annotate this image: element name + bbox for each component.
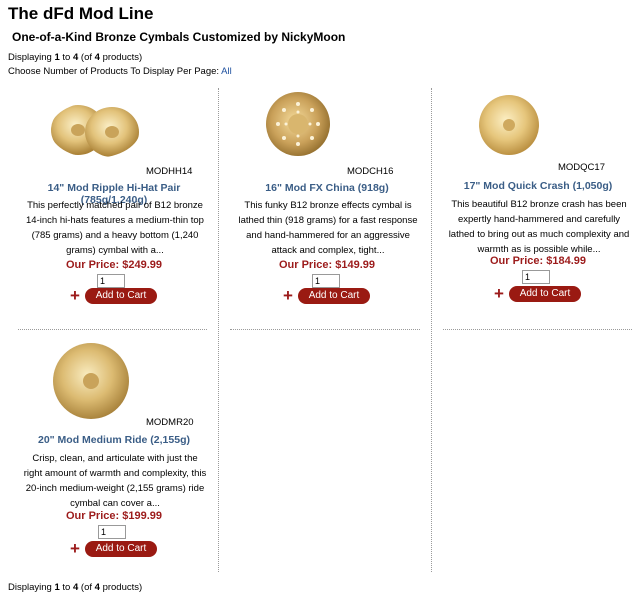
grid-divider — [431, 88, 432, 572]
quantity-input[interactable] — [98, 525, 126, 539]
per-page-all-link[interactable]: All — [221, 66, 232, 77]
grid-divider — [18, 329, 207, 330]
page-subtitle: One-of-a-Kind Bronze Cymbals Customized … — [12, 30, 346, 44]
product-model: MODCH16 — [347, 166, 394, 177]
product-name-link[interactable]: 20" Mod Medium Ride (2,155g) — [14, 434, 214, 446]
product-price: Our Price: $199.99 — [65, 510, 162, 522]
plus-icon: + — [70, 539, 80, 558]
per-page-selector: Choose Number of Products To Display Per… — [8, 66, 232, 77]
plus-icon: + — [70, 286, 80, 305]
product-model: MODMR20 — [146, 417, 194, 428]
add-to-cart-button[interactable]: Add to Cart — [85, 288, 157, 304]
product-model: MODHH14 — [146, 166, 193, 177]
page-title: The dFd Mod Line — [8, 4, 154, 23]
product-model: MODQC17 — [558, 162, 605, 173]
crash-cymbal-image[interactable] — [478, 94, 540, 156]
product-price: Our Price: $184.99 — [489, 255, 586, 267]
grid-divider — [230, 329, 420, 330]
display-count-bottom: Displaying 1 to 4 (of 4 products) — [8, 582, 143, 593]
product-description: This funky B12 bronze effects cymbal is … — [238, 200, 418, 256]
product-description: This beautiful B12 bronze crash has been… — [448, 199, 630, 255]
display-count-top: Displaying 1 to 4 (of 4 products) — [8, 52, 143, 63]
grid-divider — [443, 329, 632, 330]
quantity-input[interactable] — [312, 274, 340, 288]
add-to-cart-button[interactable]: Add to Cart — [298, 288, 370, 304]
quantity-input[interactable] — [522, 270, 550, 284]
hi-hat-cymbal-pair-image[interactable] — [50, 102, 140, 158]
product-price: Our Price: $249.99 — [65, 259, 162, 271]
plus-icon: + — [494, 284, 504, 303]
grid-divider — [218, 88, 219, 572]
product-description: Crisp, clean, and articulate with just t… — [23, 453, 207, 509]
fx-china-cymbal-image[interactable] — [265, 91, 331, 157]
product-description: This perfectly matched pair of B12 bronz… — [26, 200, 204, 256]
product-name-link[interactable]: 16" Mod FX China (918g) — [227, 182, 427, 194]
plus-icon: + — [283, 286, 293, 305]
quantity-input[interactable] — [97, 274, 125, 288]
add-to-cart-button[interactable]: Add to Cart — [509, 286, 581, 302]
product-price: Our Price: $149.99 — [278, 259, 375, 271]
ride-cymbal-image[interactable] — [52, 342, 130, 420]
product-name-link[interactable]: 17" Mod Quick Crash (1,050g) — [438, 180, 638, 192]
add-to-cart-button[interactable]: Add to Cart — [85, 541, 157, 557]
